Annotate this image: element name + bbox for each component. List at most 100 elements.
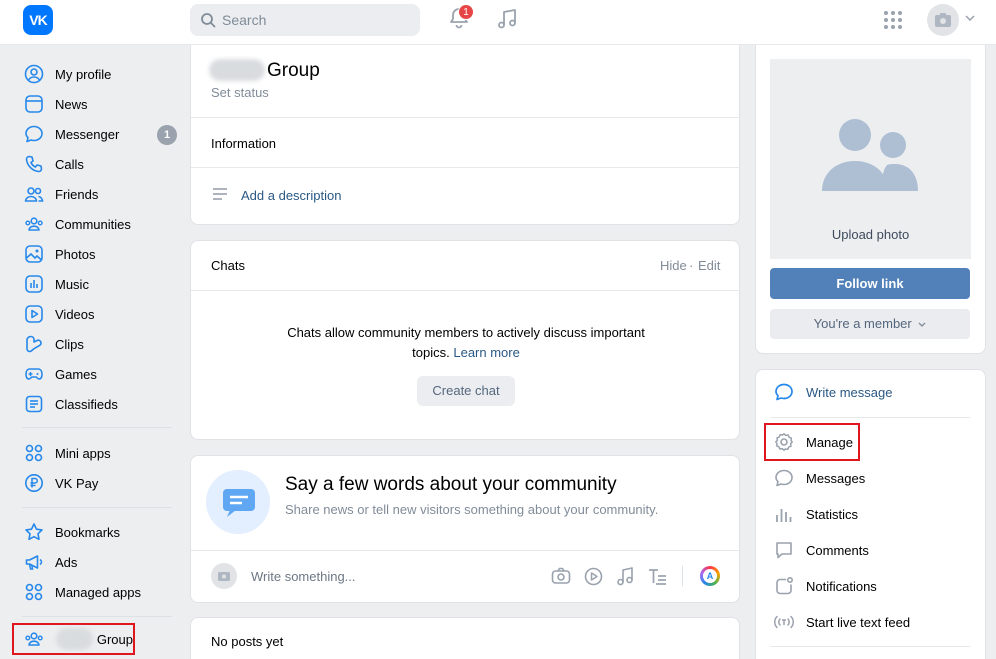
add-description-link[interactable]: Add a description	[241, 188, 341, 203]
video-icon	[22, 302, 46, 326]
sidebar-item-friends[interactable]: Friends	[22, 179, 178, 209]
sidebar-item-photos[interactable]: Photos	[22, 239, 178, 269]
live-feed-button[interactable]: Start live text feed	[770, 608, 910, 636]
sidebar-item-music[interactable]: Music	[22, 269, 178, 299]
sidebar-item-games[interactable]: Games	[22, 359, 178, 389]
page-title: Group	[267, 60, 320, 81]
search-icon	[200, 12, 216, 28]
write-message-button[interactable]: Write message	[770, 378, 892, 406]
no-posts-label: No posts yet	[211, 634, 284, 649]
notification-icon	[772, 574, 796, 598]
notifications-label: Notifications	[806, 578, 877, 594]
notification-badge: 1	[458, 4, 474, 20]
upload-photo-label[interactable]: Upload photo	[770, 227, 971, 242]
sidebar-item-label: Group	[96, 631, 133, 647]
sidebar-item-label: Classifieds	[55, 396, 118, 412]
chat-bubble-icon	[22, 122, 46, 146]
vk-logo-icon[interactable]: VK	[23, 5, 53, 35]
statistics-button[interactable]: Statistics	[770, 500, 858, 528]
music-icon	[22, 272, 46, 296]
write-post-input[interactable]: Write something...	[251, 569, 356, 584]
sidebar-item-videos[interactable]: Videos	[22, 299, 178, 329]
sidebar-item-calls[interactable]: Calls	[22, 149, 178, 179]
photo-placeholder[interactable]: Upload photo	[770, 59, 971, 259]
sidebar-divider	[22, 507, 172, 508]
sidebar-item-my-profile[interactable]: My profile	[22, 59, 178, 89]
sidebar-item-news[interactable]: News	[22, 89, 178, 119]
comments-label: Comments	[806, 542, 869, 558]
toolbar-divider	[682, 566, 683, 586]
avatar[interactable]	[927, 4, 959, 36]
sidebar-item-classifieds[interactable]: Classifieds	[22, 389, 178, 419]
video-icon[interactable]	[584, 567, 603, 586]
hide-link[interactable]: Hide	[660, 258, 687, 273]
avatar	[211, 563, 237, 589]
sidebar-item-label: Clips	[55, 336, 84, 352]
bar-chart-icon	[772, 502, 796, 526]
intro-illustration	[206, 470, 270, 534]
divider	[191, 117, 739, 118]
comments-button[interactable]: Comments	[770, 536, 869, 564]
manage-label: Manage	[806, 434, 853, 450]
sidebar-item-clips[interactable]: Clips	[22, 329, 178, 359]
sidebar-item-label: Music	[55, 276, 89, 292]
chevron-down-icon[interactable]	[965, 15, 975, 21]
news-icon	[22, 92, 46, 116]
ai-assistant-icon[interactable]: A	[700, 566, 720, 586]
sidebar-item-vk-pay[interactable]: VK Pay	[22, 468, 178, 498]
live-feed-label: Start live text feed	[806, 614, 911, 630]
cover-card: Upload photo	[755, 45, 986, 354]
learn-more-link[interactable]: Learn more	[453, 345, 519, 360]
sidebar-item-managed-apps[interactable]: Managed apps	[22, 577, 178, 607]
search-input[interactable]	[222, 4, 412, 36]
create-chat-button[interactable]: Create chat	[417, 376, 515, 406]
chats-description: Chats allow community members to activel…	[281, 323, 651, 363]
gear-icon	[772, 430, 796, 454]
music-icon[interactable]	[616, 567, 634, 586]
friends-icon	[22, 182, 46, 206]
sidebar-item-mini-apps[interactable]: Mini apps	[22, 438, 178, 468]
member-status-button[interactable]: You're a member	[770, 309, 970, 339]
user-circle-icon	[22, 62, 46, 86]
community-info-card: Group Set status Information Add a descr…	[190, 45, 740, 225]
sidebar-item-messenger[interactable]: Messenger 1	[22, 119, 178, 149]
mini-apps-icon	[22, 441, 46, 465]
sidebar-item-label: Videos	[55, 306, 95, 322]
messages-button[interactable]: Messages	[770, 464, 865, 492]
phone-icon	[22, 152, 46, 176]
camera-icon[interactable]	[551, 567, 571, 585]
sidebar-item-ads[interactable]: Ads	[22, 547, 178, 577]
sidebar-item-label: Managed apps	[55, 584, 142, 600]
text-format-icon[interactable]	[648, 568, 667, 585]
sidebar-divider	[22, 616, 172, 617]
sidebar-item-label: Calls	[55, 156, 84, 172]
managed-apps-icon	[22, 580, 46, 604]
sidebar-item-label: My profile	[55, 66, 112, 82]
search-box[interactable]	[190, 4, 420, 36]
sidebar-item-communities[interactable]: Communities	[22, 209, 178, 239]
intro-title: Say a few words about your community	[285, 474, 617, 495]
edit-link[interactable]: Edit	[698, 258, 720, 273]
sidebar-item-bookmarks[interactable]: Bookmarks	[22, 517, 178, 547]
communities-icon	[24, 629, 44, 649]
comment-icon	[772, 538, 796, 562]
posts-card: No posts yet	[190, 617, 740, 659]
set-status-link[interactable]: Set status	[211, 85, 269, 100]
divider	[191, 290, 739, 291]
music-icon[interactable]	[495, 7, 519, 31]
follow-link-button[interactable]: Follow link	[770, 268, 970, 299]
statistics-label: Statistics	[806, 506, 859, 522]
sidebar-item-label: Communities	[55, 216, 131, 232]
apps-grid-icon[interactable]	[883, 10, 903, 30]
manage-button[interactable]: Manage	[770, 428, 853, 456]
classifieds-icon	[22, 392, 46, 416]
photo-icon	[22, 242, 46, 266]
sidebar-item-group[interactable]: Group	[12, 623, 135, 655]
intro-card: Say a few words about your community Sha…	[190, 455, 740, 603]
sidebar-item-label: Mini apps	[55, 445, 111, 461]
notifications-button[interactable]: Notifications	[770, 572, 877, 600]
sidebar-divider	[22, 427, 172, 428]
blurred-name	[209, 59, 265, 81]
sidebar-item-label: Bookmarks	[55, 524, 121, 540]
message-icon	[772, 380, 796, 404]
